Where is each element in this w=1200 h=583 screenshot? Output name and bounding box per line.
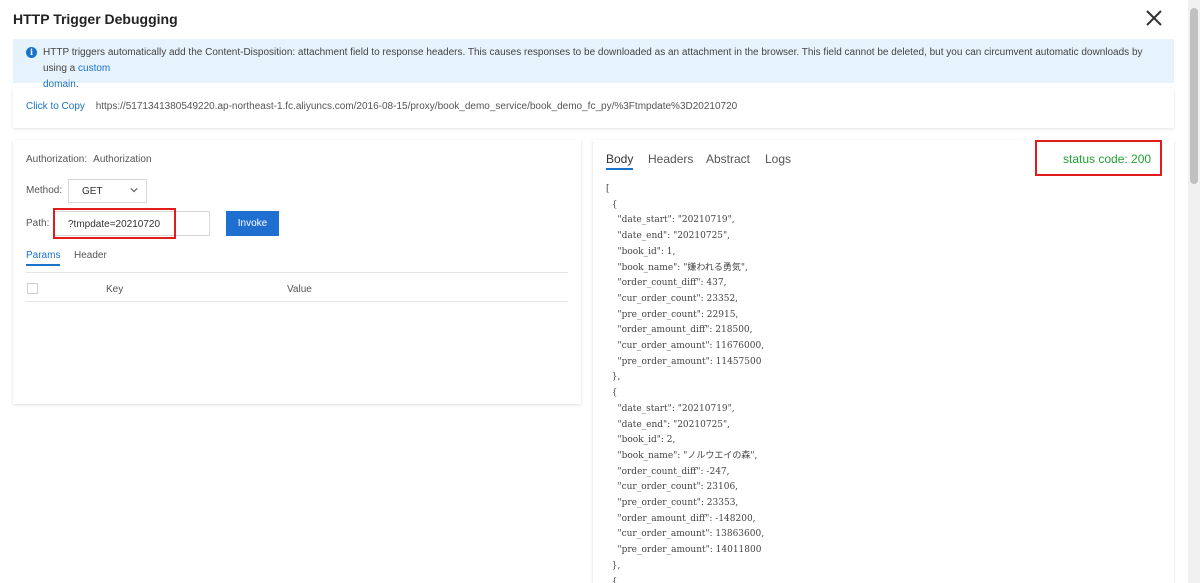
method-label: Method:	[26, 185, 63, 196]
tab-header[interactable]: Header	[74, 250, 107, 261]
tab-logs[interactable]: Logs	[765, 152, 791, 166]
invoke-button[interactable]: Invoke	[226, 211, 279, 236]
authorization-row: Authorization: Authorization	[26, 154, 152, 165]
path-highlight	[53, 208, 176, 239]
response-body-line: "cur_order_count": 23106,	[606, 482, 739, 493]
info-banner: i HTTP triggers automatically add the Co…	[13, 39, 1174, 90]
response-body-line: },	[606, 372, 621, 383]
tab-headers[interactable]: Headers	[648, 152, 693, 166]
close-icon[interactable]	[1144, 8, 1164, 28]
chevron-down-icon	[130, 188, 138, 193]
response-body-line: {	[606, 388, 618, 399]
copy-url-link[interactable]: Click to Copy	[26, 101, 85, 112]
url-bar: Click to Copy https://5171341380549220.a…	[13, 88, 1174, 128]
response-body-line: "date_start": "20210719",	[606, 403, 735, 414]
response-body-line: "book_name": "ノルウエイの森",	[606, 450, 758, 461]
response-body-line: "cur_order_count": 23352,	[606, 293, 739, 304]
response-body-line: "order_count_diff": 437,	[606, 278, 727, 289]
info-text: HTTP triggers automatically add the Cont…	[43, 47, 1143, 74]
response-body-line: "pre_order_count": 23353,	[606, 498, 739, 509]
scrollbar-thumb[interactable]	[1190, 8, 1198, 184]
params-table-header: Key Value	[26, 278, 568, 302]
response-body-line: "date_start": "20210719",	[606, 215, 735, 226]
response-body-line: "order_amount_diff": 218500,	[606, 325, 753, 336]
info-icon: i	[26, 47, 37, 58]
response-body-line: "pre_order_amount": 11457500	[606, 356, 762, 367]
response-body-line: "pre_order_count": 22915,	[606, 309, 739, 320]
authorization-label: Authorization:	[26, 154, 88, 165]
column-key: Key	[106, 284, 124, 295]
select-all-checkbox[interactable]	[27, 283, 38, 294]
response-body: [ { "date_start": "20210719", "date_end"…	[606, 182, 764, 583]
response-body-line: "book_id": 2,	[606, 435, 676, 446]
status-code: status code: 200	[1063, 152, 1152, 166]
response-body-line: "cur_order_amount": 11676000,	[606, 341, 765, 352]
tab-abstract[interactable]: Abstract	[706, 152, 750, 166]
response-body-line: "book_name": "嫌われる勇気",	[606, 262, 748, 273]
path-label: Path:	[26, 218, 50, 229]
response-body-line: "pre_order_amount": 14011800	[606, 545, 762, 556]
dialog-title: HTTP Trigger Debugging	[13, 11, 178, 27]
tab-params[interactable]: Params	[26, 250, 61, 266]
response-body-line: {	[606, 199, 618, 210]
method-value: GET	[82, 186, 103, 197]
tabs-divider	[26, 272, 568, 273]
response-body-line: },	[606, 560, 621, 571]
request-panel: Authorization: Authorization Method: GET …	[13, 140, 581, 404]
response-body-line: {	[606, 576, 618, 583]
response-body-line: "book_id": 1,	[606, 246, 676, 257]
response-body-line: "date_end": "20210725",	[606, 419, 731, 430]
response-body-line: "cur_order_amount": 13863600,	[606, 529, 765, 540]
column-value: Value	[287, 284, 312, 295]
response-body-line: [	[606, 184, 610, 194]
response-panel: Body Headers Abstract Logs status code: …	[593, 140, 1174, 583]
authorization-value: Authorization	[93, 154, 152, 165]
response-body-line: "date_end": "20210725",	[606, 231, 731, 242]
status-highlight: status code: 200	[1035, 140, 1162, 176]
response-body-line: "order_amount_diff": -148200,	[606, 513, 756, 524]
method-select[interactable]: GET	[68, 179, 147, 203]
scrollbar[interactable]	[1188, 0, 1200, 583]
trigger-url: https://5171341380549220.ap-northeast-1.…	[95, 101, 738, 112]
tab-body[interactable]: Body	[606, 152, 634, 170]
response-body-line: "order_count_diff": -247,	[606, 466, 730, 477]
